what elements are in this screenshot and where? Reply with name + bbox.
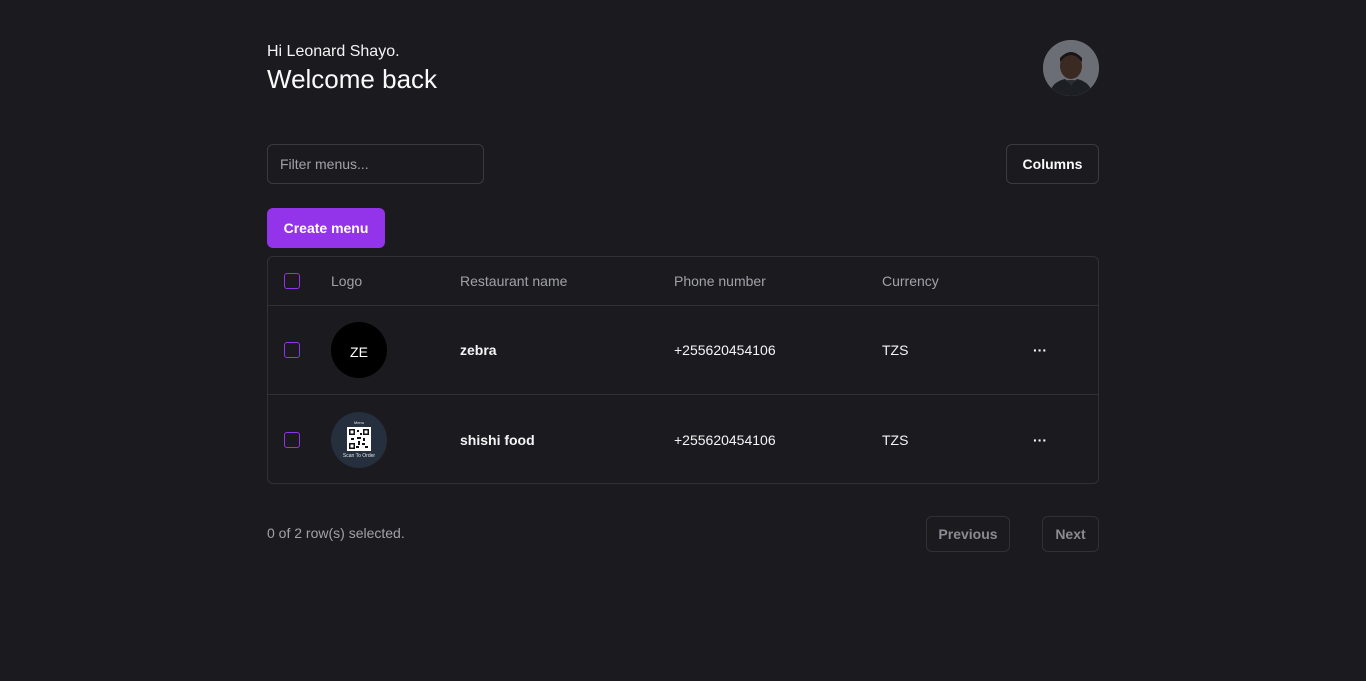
row-checkbox[interactable] — [284, 431, 300, 448]
logo-bottom-text: Scan To Order — [342, 453, 376, 459]
select-all-cell — [284, 257, 300, 305]
table-row: ZE zebra +255620454106 TZS ··· — [268, 306, 1098, 395]
create-menu-button[interactable]: Create menu — [267, 208, 385, 248]
selection-status: 0 of 2 row(s) selected. — [267, 525, 405, 541]
table-row: Menu Scan To Order shishi food +25562045… — [268, 395, 1098, 483]
filter-menus-input[interactable] — [267, 144, 484, 184]
greeting-text: Hi Leonard Shayo. — [267, 43, 400, 60]
row-select-cell — [284, 306, 300, 394]
actions-cell: ··· — [1028, 395, 1052, 483]
restaurant-name: zebra — [460, 342, 497, 358]
avatar[interactable] — [1043, 40, 1099, 96]
actions-cell: ··· — [1028, 306, 1052, 394]
menus-table: Logo Restaurant name Phone number Curren… — [267, 256, 1099, 484]
restaurant-logo: Menu Scan To Order — [331, 411, 387, 468]
table-header-row: Logo Restaurant name Phone number Curren… — [268, 257, 1098, 306]
select-all-checkbox[interactable] — [284, 273, 300, 289]
restaurant-logo: ZE — [331, 322, 387, 378]
column-header-currency[interactable]: Currency — [882, 257, 939, 305]
columns-button[interactable]: Columns — [1006, 144, 1099, 184]
more-actions-icon[interactable]: ··· — [1028, 428, 1052, 452]
row-select-cell — [284, 395, 300, 483]
more-actions-icon[interactable]: ··· — [1028, 338, 1052, 362]
column-header-restaurant-name[interactable]: Restaurant name — [460, 257, 567, 305]
phone-number: +255620454106 — [674, 342, 776, 358]
row-checkbox[interactable] — [284, 342, 300, 358]
next-page-button[interactable]: Next — [1042, 516, 1099, 552]
page-title: Welcome back — [267, 64, 438, 94]
logo-top-text: Menu — [353, 420, 364, 425]
currency: TZS — [882, 342, 909, 358]
user-photo-icon — [1043, 40, 1099, 96]
logo-cell: ZE — [331, 306, 387, 394]
column-header-logo[interactable]: Logo — [331, 257, 362, 305]
previous-page-button[interactable]: Previous — [926, 516, 1010, 552]
logo-cell: Menu Scan To Order — [331, 395, 387, 483]
restaurant-name: shishi food — [460, 431, 535, 448]
qr-code-icon — [347, 427, 371, 451]
phone-number: +255620454106 — [674, 431, 776, 448]
column-header-phone-number[interactable]: Phone number — [674, 257, 766, 305]
currency: TZS — [882, 431, 909, 448]
